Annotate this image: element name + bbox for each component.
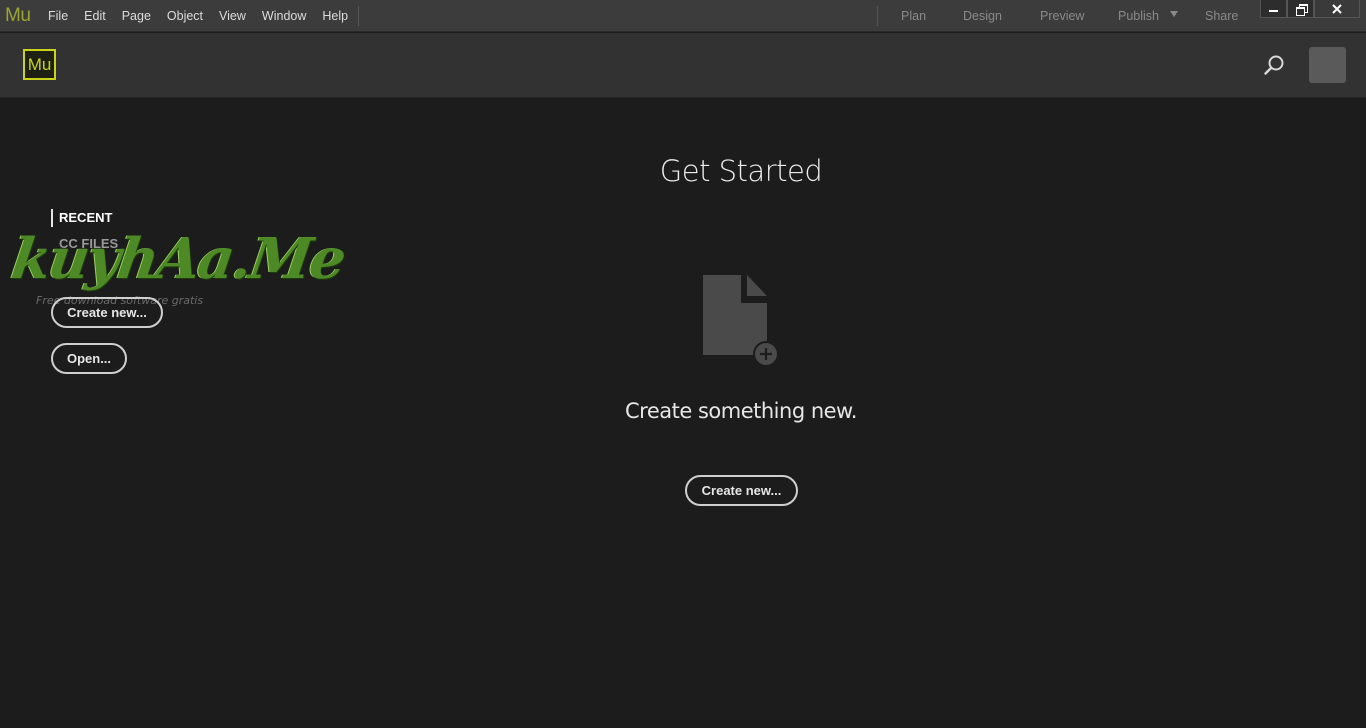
menu-divider xyxy=(358,6,359,26)
search-icon xyxy=(1264,55,1284,75)
close-icon xyxy=(1332,3,1342,14)
menu-window[interactable]: Window xyxy=(254,0,314,32)
menu-view[interactable]: View xyxy=(211,0,254,32)
main-menu: File Edit Page Object View Window Help xyxy=(40,0,356,32)
mode-divider xyxy=(877,6,878,26)
minimize-icon xyxy=(1269,10,1278,12)
close-button[interactable] xyxy=(1314,0,1360,18)
tab-recent[interactable]: RECENT xyxy=(51,209,112,227)
mode-plan[interactable]: Plan xyxy=(901,0,926,32)
avatar[interactable] xyxy=(1309,47,1346,83)
mode-share[interactable]: Share xyxy=(1205,0,1238,32)
tab-cc-files[interactable]: CC FILES xyxy=(59,235,118,253)
mode-preview[interactable]: Preview xyxy=(1040,0,1084,32)
app-icon: Mu xyxy=(5,5,31,26)
window-controls xyxy=(1260,0,1360,18)
empty-state-message: Create something new. xyxy=(625,399,857,423)
open-button[interactable]: Open... xyxy=(51,343,127,374)
page-title: Get Started xyxy=(659,154,823,188)
menu-help[interactable]: Help xyxy=(314,0,356,32)
menu-file[interactable]: File xyxy=(40,0,76,32)
restore-icon xyxy=(1295,4,1308,16)
menu-edit[interactable]: Edit xyxy=(76,0,114,32)
restore-button[interactable] xyxy=(1287,0,1314,18)
minimize-button[interactable] xyxy=(1260,0,1287,18)
mode-publish[interactable]: Publish xyxy=(1118,0,1159,32)
search-button[interactable] xyxy=(1262,53,1286,77)
mode-design[interactable]: Design xyxy=(963,0,1002,32)
menu-page[interactable]: Page xyxy=(114,0,159,32)
create-new-button[interactable]: Create new... xyxy=(685,475,798,506)
menu-object[interactable]: Object xyxy=(159,0,211,32)
menu-bar: Mu File Edit Page Object View Window Hel… xyxy=(0,0,1366,32)
app-header: Mu xyxy=(0,33,1366,98)
new-document-icon xyxy=(703,275,781,367)
muse-logo: Mu xyxy=(23,49,56,80)
create-new-button-sidebar[interactable]: Create new... xyxy=(51,297,163,328)
chevron-down-icon[interactable] xyxy=(1170,11,1178,17)
